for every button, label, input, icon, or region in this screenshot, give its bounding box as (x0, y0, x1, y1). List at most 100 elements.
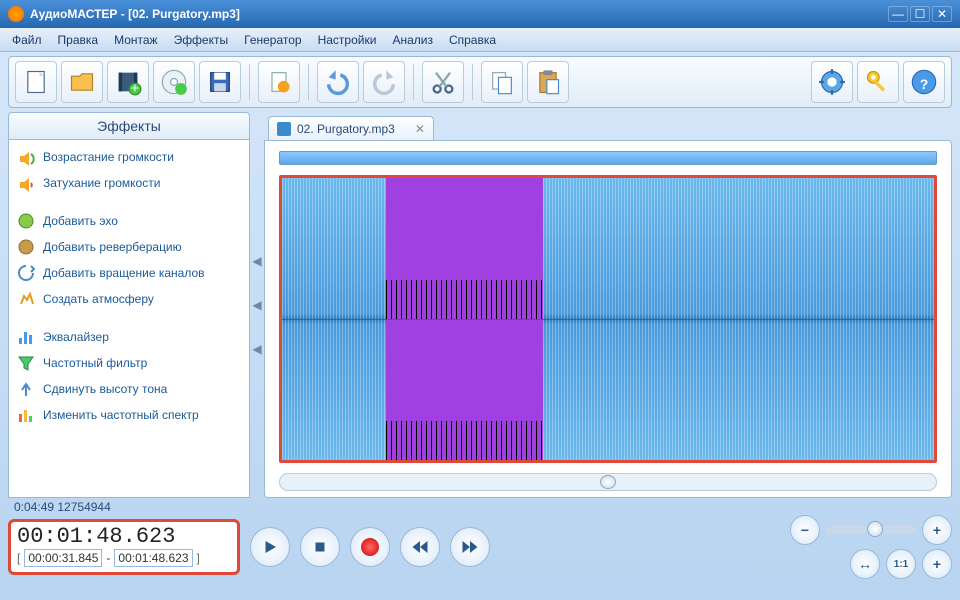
effect-label: Добавить реверберацию (43, 240, 182, 254)
zoom-slider-thumb[interactable] (867, 521, 883, 537)
menu-help[interactable]: Справка (441, 30, 504, 50)
zoom-slider[interactable] (826, 526, 916, 534)
help-button[interactable]: ? (903, 61, 945, 103)
stop-button[interactable] (300, 527, 340, 567)
chevron-left-icon: ◀ (252, 254, 261, 268)
zoom-out-button[interactable]: − (790, 515, 820, 545)
effect-label: Эквалайзер (43, 330, 109, 344)
menu-settings[interactable]: Настройки (310, 30, 385, 50)
equalizer-icon (17, 328, 35, 346)
menu-effects[interactable]: Эффекты (166, 30, 237, 50)
audio-file-icon (277, 122, 291, 136)
pitch-icon (17, 380, 35, 398)
svg-text:+: + (131, 80, 139, 96)
tab-close-button[interactable]: ✕ (415, 122, 425, 136)
effects-list[interactable]: Возрастание громкости Затухание громкости… (8, 140, 250, 498)
transport-bar: 00:01:48.623 [ 00:00:31.845 - 00:01:48.6… (0, 516, 960, 580)
trim-button[interactable] (258, 61, 300, 103)
splitter[interactable]: ◀ ◀ ◀ (250, 112, 264, 498)
close-button[interactable]: ✕ (932, 6, 952, 22)
horizontal-scrollbar[interactable] (279, 473, 937, 491)
menu-edit[interactable]: Правка (50, 30, 107, 50)
effect-item[interactable]: Затухание громкости (9, 170, 249, 196)
undo-button[interactable] (317, 61, 359, 103)
status-bar: 0:04:49 12754944 (0, 498, 960, 516)
app-icon (8, 6, 24, 22)
effect-item[interactable]: Добавить вращение каналов (9, 260, 249, 286)
waveform-panel (264, 140, 952, 498)
main-toolbar: + ? (8, 56, 952, 108)
sidebar-title: Эффекты (8, 112, 250, 140)
status-text: 0:04:49 12754944 (14, 500, 111, 514)
menu-analysis[interactable]: Анализ (384, 30, 441, 50)
waveform-display[interactable] (279, 175, 937, 463)
effect-item[interactable]: Добавить реверберацию (9, 234, 249, 260)
time-display: 00:01:48.623 [ 00:00:31.845 - 00:01:48.6… (8, 519, 240, 575)
copy-button[interactable] (481, 61, 523, 103)
spectrum-icon (17, 406, 35, 424)
effect-label: Затухание громкости (43, 176, 160, 190)
menu-file[interactable]: Файл (4, 30, 50, 50)
play-button[interactable] (250, 527, 290, 567)
window-title: АудиоМАСТЕР - [02. Purgatory.mp3] (30, 7, 888, 21)
rotate-icon (17, 264, 35, 282)
effect-label: Сдвинуть высоту тона (43, 382, 167, 396)
selection-start-time: 00:00:31.845 (24, 549, 102, 567)
effect-item[interactable]: Добавить эхо (9, 208, 249, 234)
effect-item[interactable]: Частотный фильтр (9, 350, 249, 376)
effect-item[interactable]: Сдвинуть высоту тона (9, 376, 249, 402)
zoom-in-alt-button[interactable]: + (922, 549, 952, 579)
scrollbar-thumb[interactable] (600, 475, 616, 489)
file-tab[interactable]: 02. Purgatory.mp3 ✕ (268, 116, 434, 140)
volume-down-icon (17, 174, 35, 192)
keys-button[interactable] (857, 61, 899, 103)
effect-label: Возрастание громкости (43, 150, 174, 164)
effect-item[interactable]: Создать атмосферу (9, 286, 249, 312)
record-button[interactable] (350, 527, 390, 567)
settings-button[interactable] (811, 61, 853, 103)
tab-bar: 02. Purgatory.mp3 ✕ (264, 112, 952, 140)
effect-label: Добавить вращение каналов (43, 266, 205, 280)
selection-end-time: 00:01:48.623 (114, 549, 192, 567)
open-file-button[interactable] (61, 61, 103, 103)
range-separator: - (106, 551, 110, 565)
cd-button[interactable] (153, 61, 195, 103)
atmosphere-icon (17, 290, 35, 308)
rewind-button[interactable] (400, 527, 440, 567)
chevron-left-icon: ◀ (252, 342, 261, 356)
zoom-in-button[interactable]: + (922, 515, 952, 545)
new-file-button[interactable] (15, 61, 57, 103)
filter-icon (17, 354, 35, 372)
save-button[interactable] (199, 61, 241, 103)
title-bar: АудиоМАСТЕР - [02. Purgatory.mp3] — ☐ ✕ (0, 0, 960, 28)
effect-label: Добавить эхо (43, 214, 118, 228)
svg-text:?: ? (920, 76, 929, 92)
effect-label: Частотный фильтр (43, 356, 147, 370)
reverb-icon (17, 238, 35, 256)
current-time: 00:01:48.623 (17, 524, 231, 549)
minimize-button[interactable]: — (888, 6, 908, 22)
record-icon (361, 538, 379, 556)
waveform-overview[interactable] (279, 151, 937, 165)
effects-sidebar: Эффекты Возрастание громкости Затухание г… (8, 112, 250, 498)
effect-item[interactable]: Изменить частотный спектр (9, 402, 249, 428)
menu-bar: Файл Правка Монтаж Эффекты Генератор Нас… (0, 28, 960, 52)
tab-label: 02. Purgatory.mp3 (297, 122, 395, 136)
cut-button[interactable] (422, 61, 464, 103)
waveform-selection[interactable] (386, 178, 542, 460)
echo-icon (17, 212, 35, 230)
maximize-button[interactable]: ☐ (910, 6, 930, 22)
forward-button[interactable] (450, 527, 490, 567)
menu-montage[interactable]: Монтаж (106, 30, 166, 50)
effect-label: Изменить частотный спектр (43, 408, 199, 422)
zoom-actual-button[interactable]: 1:1 (886, 549, 916, 579)
zoom-fit-button[interactable]: ↔ (850, 549, 880, 579)
redo-button[interactable] (363, 61, 405, 103)
effect-item[interactable]: Возрастание громкости (9, 144, 249, 170)
chevron-left-icon: ◀ (252, 298, 261, 312)
video-button[interactable]: + (107, 61, 149, 103)
menu-generator[interactable]: Генератор (236, 30, 309, 50)
paste-button[interactable] (527, 61, 569, 103)
volume-up-icon (17, 148, 35, 166)
effect-item[interactable]: Эквалайзер (9, 324, 249, 350)
